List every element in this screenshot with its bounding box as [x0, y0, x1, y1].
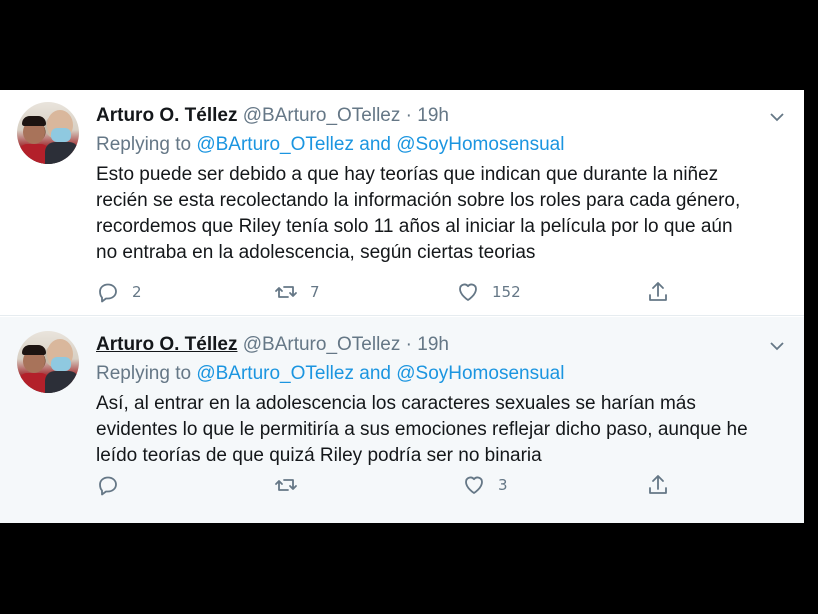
share-icon — [649, 282, 667, 301]
like-button[interactable]: 3 — [462, 471, 508, 499]
replying-prefix: Replying to — [96, 363, 192, 384]
tweet-text-line: recién se esta recolectando la informaci… — [96, 190, 741, 211]
tweet-text-line: Así, al entrar en la adolescencia los ca… — [96, 393, 696, 414]
reply-count: 2 — [132, 283, 142, 301]
tweet-text-line: no entraba en la adolescencia, según cie… — [96, 242, 536, 263]
tweet-text-line: recordemos que Riley tenía solo 11 años … — [96, 216, 733, 237]
chevron-down-icon[interactable] — [770, 110, 784, 124]
replying-joiner: and — [359, 363, 391, 384]
like-icon — [465, 476, 483, 494]
retweet-count: 7 — [310, 283, 320, 301]
mention-link[interactable]: @SoyHomosensual — [396, 134, 564, 155]
tweet-text-line: leído teorías de que quizá Riley podría … — [96, 445, 542, 466]
like-count: 3 — [498, 476, 508, 494]
avatar[interactable] — [17, 331, 79, 393]
like-icon — [459, 283, 477, 301]
author-name[interactable]: Arturo O. Téllez — [96, 105, 237, 126]
share-button[interactable] — [646, 278, 670, 306]
retweet-icon — [275, 479, 297, 491]
share-button[interactable] — [646, 471, 670, 499]
tweet-text-line: Esto puede ser debido a que hay teorías … — [96, 164, 719, 185]
mention-link[interactable]: @BArturo_OTellez — [196, 363, 354, 384]
replying-to: Replying to @BArturo_OTellez and @SoyHom… — [96, 133, 564, 157]
tweet-2[interactable]: Arturo O. Téllez @BArturo_OTellez · 19h … — [0, 317, 804, 523]
replying-prefix: Replying to — [96, 134, 192, 155]
author-name[interactable]: Arturo O. Téllez — [96, 334, 237, 355]
tweet-text: Esto puede ser debido a que hay teorías … — [96, 162, 796, 266]
reply-button[interactable] — [96, 471, 132, 499]
tweet-text: Así, al entrar en la adolescencia los ca… — [96, 391, 796, 469]
retweet-icon — [275, 286, 297, 298]
timestamp[interactable]: 19h — [417, 334, 449, 355]
timestamp[interactable]: 19h — [417, 105, 449, 126]
mention-link[interactable]: @SoyHomosensual — [396, 363, 564, 384]
reply-button[interactable]: 2 — [96, 278, 142, 306]
mention-link[interactable]: @BArturo_OTellez — [196, 134, 354, 155]
tweet-actions: 3 — [96, 471, 696, 499]
retweet-button[interactable] — [274, 471, 310, 499]
author-handle[interactable]: @BArturo_OTellez — [243, 105, 401, 126]
chevron-down-icon[interactable] — [770, 339, 784, 353]
separator: · — [405, 334, 412, 355]
reply-icon — [99, 476, 117, 496]
replying-joiner: and — [359, 134, 391, 155]
like-button[interactable]: 152 — [456, 278, 521, 306]
like-count: 152 — [492, 283, 521, 301]
tweet-actions: 2 7 152 — [96, 278, 696, 306]
share-icon — [649, 475, 667, 494]
tweet-header: Arturo O. Téllez @BArturo_OTellez · 19h — [96, 104, 449, 128]
reply-icon — [99, 283, 117, 303]
author-handle[interactable]: @BArturo_OTellez — [243, 334, 401, 355]
avatar[interactable] — [17, 102, 79, 164]
tweet-header: Arturo O. Téllez @BArturo_OTellez · 19h — [96, 333, 449, 357]
replying-to: Replying to @BArturo_OTellez and @SoyHom… — [96, 362, 564, 386]
tweet-thread: Arturo O. Téllez @BArturo_OTellez · 19h … — [0, 90, 804, 523]
tweet-1[interactable]: Arturo O. Téllez @BArturo_OTellez · 19h … — [0, 90, 804, 316]
separator: · — [405, 105, 412, 126]
retweet-button[interactable]: 7 — [274, 278, 320, 306]
tweet-text-line: evidentes lo que le permitiría a sus emo… — [96, 419, 748, 440]
